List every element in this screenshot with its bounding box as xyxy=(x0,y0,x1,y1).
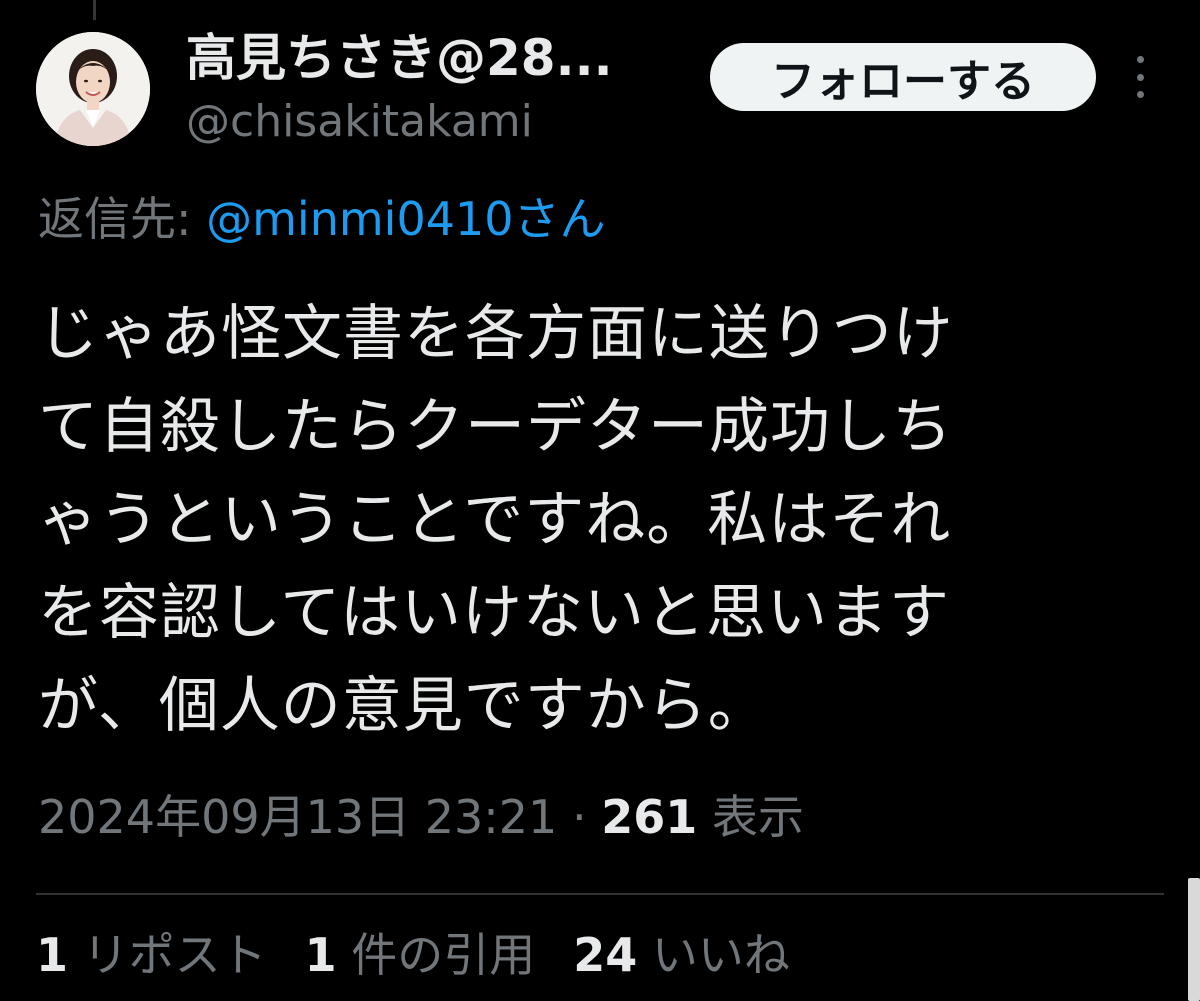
views-label: 表示 xyxy=(697,790,804,844)
scrollbar-thumb[interactable] xyxy=(1188,878,1200,1001)
tweet-text-line: ゃうということですね。私はそれ xyxy=(38,485,952,555)
tweet-text-line: を容認してはいけないと思います xyxy=(38,578,950,648)
meta-separator: · xyxy=(557,790,602,844)
thread-connector-line xyxy=(93,0,96,20)
tweet-timestamp[interactable]: 2024年09月13日 23:21 xyxy=(38,790,557,844)
more-dot xyxy=(1136,56,1144,63)
quotes-label: 件の引用 xyxy=(336,928,536,982)
more-dot xyxy=(1136,91,1144,98)
likes-count: 24 xyxy=(573,928,638,982)
reposts-label: リポスト xyxy=(68,928,267,982)
reposts-stat[interactable]: 1 リポスト xyxy=(36,928,267,983)
reply-to-prefix: 返信先: xyxy=(38,192,207,246)
tweet-text-line: が、個人の意見ですから。 xyxy=(38,671,769,741)
author-display-name[interactable]: 高見ちさき@28... xyxy=(186,28,613,88)
more-dots-vertical-icon[interactable] xyxy=(1128,56,1152,98)
follow-button[interactable]: フォローする xyxy=(710,43,1096,111)
reply-to-line: 返信先: @minmi0410さん xyxy=(38,192,606,247)
tweet-text: じゃあ怪文書を各方面に送りつけ て自殺したらクーデター成功しち ゃうということで… xyxy=(38,288,1158,753)
reposts-count: 1 xyxy=(36,928,69,982)
tweet-text-line: じゃあ怪文書を各方面に送りつけ xyxy=(38,299,954,369)
tweet-meta: 2024年09月13日 23:21 · 261 表示 xyxy=(38,790,804,845)
divider xyxy=(36,893,1164,895)
author-handle[interactable]: @chisakitakami xyxy=(186,96,533,149)
likes-stat[interactable]: 24 いいね xyxy=(573,928,790,983)
views-count: 261 xyxy=(601,790,698,844)
more-dot xyxy=(1136,73,1144,81)
likes-label: いいね xyxy=(637,928,790,982)
quotes-count: 1 xyxy=(304,928,337,982)
avatar-image xyxy=(36,32,150,146)
quotes-stat[interactable]: 1 件の引用 xyxy=(305,928,536,983)
engagement-stats: 1 リポスト 1 件の引用 24 いいね xyxy=(36,928,790,983)
tweet-text-line: て自殺したらクーデター成功しち xyxy=(38,392,953,462)
author-avatar[interactable] xyxy=(36,32,150,146)
reply-to-mention-link[interactable]: @minmi0410さん xyxy=(206,192,605,246)
